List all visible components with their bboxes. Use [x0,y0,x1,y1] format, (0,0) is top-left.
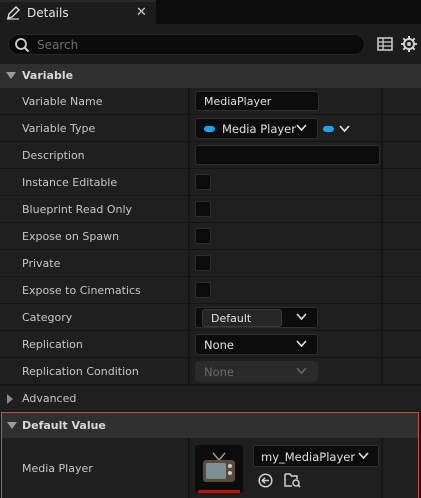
pin-type-icon [204,126,215,132]
replication-value: None [204,338,235,352]
property-label: Replication [22,338,83,351]
property-label: Replication Condition [22,365,139,378]
collapse-arrow-icon [6,72,16,79]
replication-condition-value: None [204,365,235,379]
asset-name: my_MediaPlayer [261,450,356,464]
row-private: Private [0,250,421,277]
media-player-asset-picker[interactable]: my_MediaPlayer [253,445,379,467]
row-variable-name: Variable Name MediaPlayer [0,88,421,115]
container-type-chevron-icon[interactable] [339,125,350,133]
chevron-down-icon [296,340,307,348]
row-expose-on-spawn: Expose on Spawn [0,223,421,250]
property-label: Blueprint Read Only [22,203,133,216]
row-instance-editable: Instance Editable [0,169,421,196]
advanced-label: Advanced [22,392,77,405]
collapse-arrow-icon [7,422,17,429]
row-expose-to-cinematics: Expose to Cinematics [0,277,421,304]
property-label: Private [22,257,61,270]
row-description: Description [0,142,421,169]
tab-title: Details [27,6,69,20]
expose-on-spawn-checkbox[interactable] [195,228,211,244]
search-icon [15,38,30,53]
chevron-down-icon [296,313,307,321]
tab-details[interactable]: Details ✕ [0,0,156,24]
browse-asset-icon[interactable] [284,471,301,488]
category-value-overlay: Default [202,309,282,327]
chevron-down-icon [296,367,307,375]
instance-editable-checkbox[interactable] [195,174,211,190]
property-label: Variable Name [22,95,103,108]
search-bar: Search [0,24,421,64]
property-label: Expose on Spawn [22,230,120,243]
variable-name-field[interactable]: MediaPlayer [195,91,319,111]
asset-thumbnail[interactable] [195,445,243,493]
category-default-value[interactable]: Default Value [2,413,418,438]
replication-condition-combo: None [195,361,318,382]
category-label: Variable [22,69,74,82]
variable-type-value: Media Player [222,122,296,136]
expose-to-cinematics-checkbox[interactable] [195,282,211,298]
tab-bar: Details ✕ [0,0,421,24]
chevron-down-icon [296,124,307,132]
property-matrix-icon[interactable] [377,36,393,52]
property-label: Category [22,311,73,324]
use-selected-asset-icon[interactable] [258,473,273,488]
replication-combo[interactable]: None [195,334,318,355]
gear-icon[interactable] [400,35,418,53]
property-label: Expose to Cinematics [22,284,141,297]
expand-arrow-icon [7,394,13,404]
property-label: Description [22,149,85,162]
property-label: Media Player [22,462,93,475]
property-label: Variable Type [22,122,96,135]
blueprint-read-only-checkbox[interactable] [195,201,211,217]
row-blueprint-read-only: Blueprint Read Only [0,196,421,223]
property-label: Instance Editable [22,176,118,189]
description-field[interactable] [195,145,380,165]
row-replication: Replication None [0,331,421,358]
category-variable[interactable]: Variable [0,64,421,88]
close-icon[interactable]: ✕ [136,5,147,20]
pencil-icon [7,6,20,20]
row-variable-type: Variable Type Media Player [0,115,421,142]
private-checkbox[interactable] [195,255,211,271]
advanced-expander[interactable]: Advanced [0,386,421,411]
row-replication-condition: Replication Condition None [0,358,421,385]
container-type-icon[interactable] [323,126,334,132]
chevron-down-icon [358,452,369,460]
asset-type-bar [198,490,240,493]
search-input[interactable]: Search [8,34,365,55]
variable-type-combo[interactable]: Media Player [195,118,318,139]
tv-icon [203,452,235,482]
search-placeholder: Search [37,38,79,52]
category-label: Default Value [22,419,106,432]
